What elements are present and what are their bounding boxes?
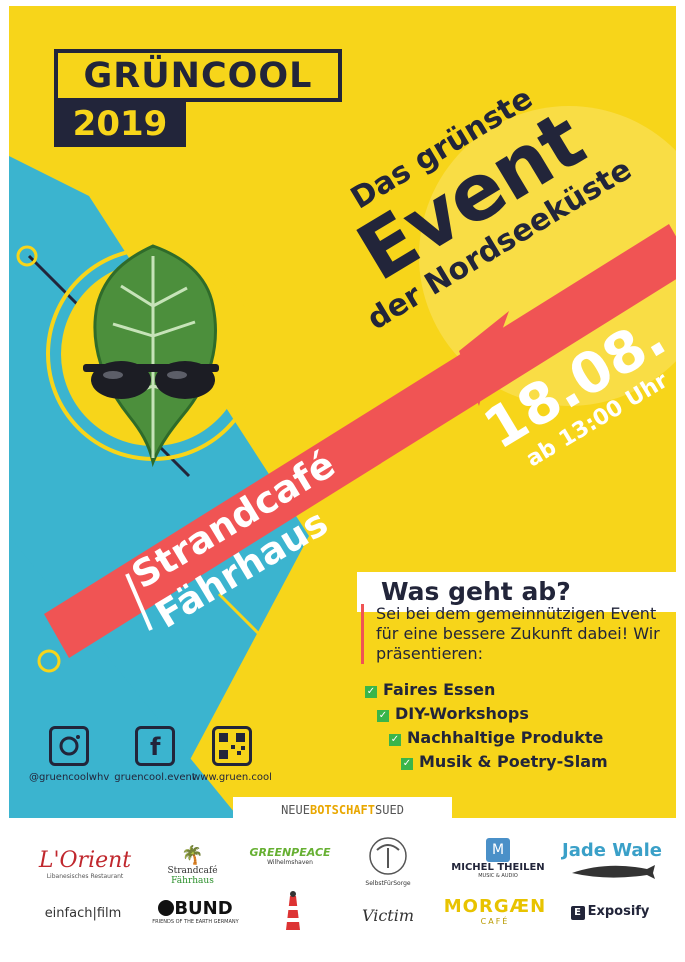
neuebotschaftsued-banner: NEUEBOTSCHAFTSUED <box>233 797 452 823</box>
list-item: ✓ Nachhaltige Produkte <box>389 728 604 747</box>
list-item: ✓ DIY-Workshops <box>377 704 529 723</box>
deco-circle <box>246 655 262 671</box>
facebook-icon: f <box>135 726 175 766</box>
check-icon: ✓ <box>389 734 401 746</box>
check-icon: ✓ <box>365 686 377 698</box>
list-item: ✓ Musik & Poetry-Slam <box>401 752 608 771</box>
sponsor-michel-theilen: M MICHEL THEILEN MUSIC & AUDIO <box>448 838 548 879</box>
sponsor-strandcafe: 🌴 Strandcafé Fährhaus <box>145 845 240 887</box>
sponsor-bund: BUND FRIENDS OF THE EARTH GERMANY <box>152 898 239 925</box>
tree-icon <box>369 837 407 875</box>
gruencool-logo: GRÜNCOOL 2019 <box>54 49 342 147</box>
qr-code-icon <box>212 726 252 766</box>
social-website[interactable]: www.gruen.cool <box>187 726 277 783</box>
sponsor-lorient: L'Orient Libanesisches Restaurant <box>38 848 132 880</box>
sponsor-morgaen: MORGÆN CAFÉ <box>443 896 547 926</box>
sponsor-greenpeace: GREENPEACE Wilhelmshaven <box>249 846 331 866</box>
music-icon: M <box>486 838 510 862</box>
list-item: ✓ Faires Essen <box>365 680 496 699</box>
sponsor-jade-wale: Jade Wale <box>562 840 662 885</box>
instagram-icon <box>49 726 89 766</box>
sunglasses-lens-left <box>91 361 151 399</box>
sponsor-exposify: E Exposify <box>565 904 655 920</box>
sponsor-selbstfuersorge: SelbstFürSorge <box>358 836 418 887</box>
lens-shine <box>167 371 187 379</box>
bund-logo-icon <box>158 900 175 916</box>
exposify-icon: E <box>570 906 585 920</box>
check-icon: ✓ <box>401 758 413 770</box>
palm-icon: 🌴 <box>181 845 204 866</box>
sponsor-einfachfilm: einfach|film <box>44 906 122 921</box>
logo-year: 2019 <box>54 102 186 147</box>
social-instagram[interactable]: @gruencoolwhv <box>29 726 109 783</box>
logo-name: GRÜNCOOL <box>54 49 342 102</box>
facebook-handle: gruencool.event <box>114 772 196 783</box>
whale-icon <box>572 865 655 879</box>
sunglasses-lens-right <box>155 361 215 399</box>
check-icon: ✓ <box>377 710 389 722</box>
lens-shine <box>103 371 123 379</box>
sponsor-victim: Victim <box>361 906 415 925</box>
info-intro: Sei bei dem gemeinnützigen Event für ein… <box>361 604 676 664</box>
website-url: www.gruen.cool <box>192 772 272 783</box>
instagram-handle: @gruencoolwhv <box>29 772 110 783</box>
event-poster: GRÜNCOOL 2019 Das grünste Event der Nord… <box>9 6 676 818</box>
lighthouse-icon <box>278 890 308 934</box>
